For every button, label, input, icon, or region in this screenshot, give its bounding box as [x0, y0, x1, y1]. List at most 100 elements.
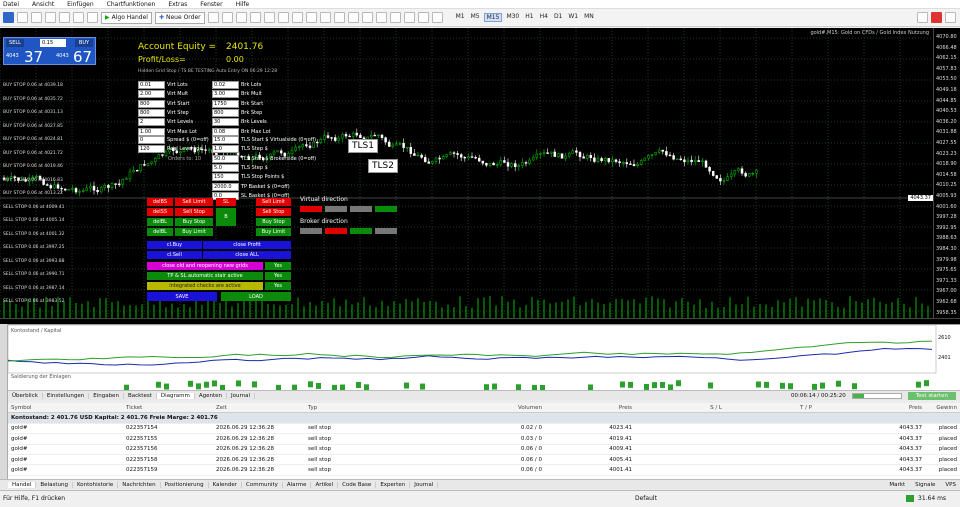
- timeframe-W1[interactable]: W1: [566, 13, 580, 22]
- virt-value[interactable]: 2.00: [138, 90, 165, 99]
- grid-order-button[interactable]: Sell Limit: [175, 198, 213, 206]
- tls-value[interactable]: 150: [212, 173, 239, 182]
- timeframe-M5[interactable]: M5: [469, 13, 482, 22]
- user-icon[interactable]: [917, 12, 928, 23]
- tls-value[interactable]: 15.0: [212, 136, 239, 144]
- broker-grid-button[interactable]: Buy Limit: [256, 228, 291, 236]
- tp-sl-stair-button[interactable]: TP & SL automatic stair active: [147, 272, 263, 280]
- tls-value[interactable]: 50.0: [212, 154, 239, 163]
- save-button[interactable]: SAVE: [147, 292, 217, 301]
- toolbox-tab-7[interactable]: Alarme: [283, 481, 312, 488]
- autoscroll-icon[interactable]: [277, 12, 289, 23]
- delete-grid-button[interactable]: delSS: [147, 208, 173, 216]
- broker-grid-button[interactable]: Sell Stop: [256, 208, 291, 216]
- toolbox-tab-3[interactable]: Nachrichten: [118, 481, 161, 488]
- strategy-tester-icon[interactable]: [87, 12, 98, 23]
- tp-sl-yes-toggle[interactable]: Yes: [265, 272, 291, 280]
- toolbox-tab-0[interactable]: Handel: [8, 481, 37, 488]
- trendline-icon[interactable]: [375, 12, 387, 23]
- crosshair-icon[interactable]: [221, 12, 233, 23]
- tester-tab-0[interactable]: Überblick: [8, 392, 43, 399]
- timeframe-M30[interactable]: M30: [504, 13, 521, 22]
- tester-tab-3[interactable]: Backtest: [124, 392, 157, 399]
- column-header[interactable]: T / P: [725, 405, 815, 411]
- timeframe-M1[interactable]: M1: [454, 13, 467, 22]
- grid-order-button[interactable]: Buy Limit: [175, 228, 213, 236]
- tls-value[interactable]: 5.0: [212, 163, 239, 172]
- menu-item-5[interactable]: Fenster: [200, 1, 222, 8]
- menu-item-6[interactable]: Hilfe: [236, 1, 250, 8]
- toolbox-tab-2[interactable]: Kontohistorie: [73, 481, 119, 488]
- close-old-reopen-button[interactable]: close old and reopening new grids: [147, 262, 263, 270]
- table-row[interactable]: gold# 022357154 2026.06.29 12:36:28 sell st…: [8, 424, 960, 435]
- virt-value[interactable]: 2: [138, 118, 165, 127]
- start-test-button[interactable]: Test starten: [907, 391, 956, 400]
- menu-item-4[interactable]: Extras: [168, 1, 187, 8]
- signals-link[interactable]: Signale: [915, 482, 935, 488]
- timeframe-H1[interactable]: H1: [523, 13, 535, 22]
- direction-toggle-2[interactable]: [350, 206, 372, 212]
- zoom-out-icon[interactable]: [249, 12, 261, 23]
- direction-toggle-1[interactable]: [325, 206, 347, 212]
- profiles-icon[interactable]: [17, 12, 28, 23]
- grid-side-button[interactable]: B: [216, 208, 236, 226]
- notifications-icon[interactable]: [931, 12, 942, 23]
- column-header[interactable]: Preis: [545, 405, 635, 411]
- new-order-button[interactable]: ✚ Neue Order: [154, 11, 205, 24]
- terminal-icon[interactable]: [73, 12, 84, 23]
- market-link[interactable]: Markt: [889, 482, 905, 488]
- grid-icon[interactable]: [263, 12, 275, 23]
- periods-icon[interactable]: [319, 12, 331, 23]
- tester-tab-6[interactable]: Journal: [227, 392, 256, 399]
- virt-value[interactable]: 0.01: [138, 81, 165, 89]
- indicators-icon[interactable]: [305, 12, 317, 23]
- buy-button[interactable]: BUY: [75, 39, 93, 47]
- menu-item-0[interactable]: Datei: [3, 1, 19, 8]
- column-header[interactable]: Zeit: [213, 405, 305, 411]
- spread-value[interactable]: 120: [138, 145, 165, 154]
- buy-price-big[interactable]: 67: [73, 48, 92, 66]
- grid-order-button[interactable]: Sell Stop: [175, 208, 213, 216]
- toolbox-tab-5[interactable]: Kalender: [209, 481, 243, 488]
- grid-side-button[interactable]: SL: [216, 198, 236, 206]
- brk-value[interactable]: 0.02: [212, 81, 239, 89]
- tls-value[interactable]: 1.0: [212, 145, 239, 154]
- virt-value[interactable]: 800: [138, 108, 165, 117]
- toolbox-tab-4[interactable]: Positionierung: [161, 481, 209, 488]
- brk-value[interactable]: 800: [212, 108, 239, 117]
- navigator-icon[interactable]: [31, 12, 42, 23]
- close-profit-button[interactable]: close Profit: [203, 241, 291, 249]
- timeframe-MN[interactable]: MN: [582, 13, 596, 22]
- fibo-icon[interactable]: [403, 12, 415, 23]
- data-window-icon[interactable]: [59, 12, 70, 23]
- integrated-checks-button[interactable]: integrated checks are active: [147, 282, 263, 290]
- vps-link[interactable]: VPS: [945, 482, 956, 488]
- column-header[interactable]: Typ: [305, 405, 405, 411]
- shapes-icon[interactable]: [431, 12, 443, 23]
- column-header[interactable]: Symbol: [8, 405, 123, 411]
- tester-tab-5[interactable]: Agenten: [195, 392, 227, 399]
- grid-order-button[interactable]: Buy Stop: [175, 218, 213, 226]
- timeframe-M15[interactable]: M15: [483, 13, 503, 22]
- toolbox-side-panel[interactable]: [0, 324, 8, 479]
- column-header[interactable]: Volumen: [405, 405, 545, 411]
- load-button[interactable]: LOAD: [221, 292, 291, 301]
- channel-icon[interactable]: [389, 12, 401, 23]
- tls-value[interactable]: 2000.0: [212, 182, 239, 191]
- lot-input[interactable]: 0.15: [40, 39, 66, 47]
- toolbox-tab-10[interactable]: Experten: [376, 481, 411, 488]
- broker-grid-button[interactable]: Buy Stop: [256, 218, 291, 226]
- table-row[interactable]: gold# 022357155 2026.06.29 12:36:28 sell st…: [8, 434, 960, 445]
- direction-toggle-5[interactable]: [325, 228, 347, 234]
- brk-value[interactable]: 30: [212, 118, 239, 127]
- table-row[interactable]: gold# 022357158 2026.06.29 12:36:28 sell st…: [8, 455, 960, 466]
- brk-value[interactable]: 0.08: [212, 127, 239, 136]
- new-chart-icon[interactable]: [3, 12, 14, 23]
- algo-trading-button[interactable]: ▶ Algo Handel: [101, 11, 152, 24]
- tester-tab-4[interactable]: Diagramm: [156, 392, 195, 399]
- direction-toggle-4[interactable]: [300, 228, 322, 234]
- delete-grid-button[interactable]: delBS: [147, 198, 173, 206]
- timeframe-H4[interactable]: H4: [538, 13, 550, 22]
- line-icon[interactable]: [347, 12, 359, 23]
- hline-icon[interactable]: [361, 12, 373, 23]
